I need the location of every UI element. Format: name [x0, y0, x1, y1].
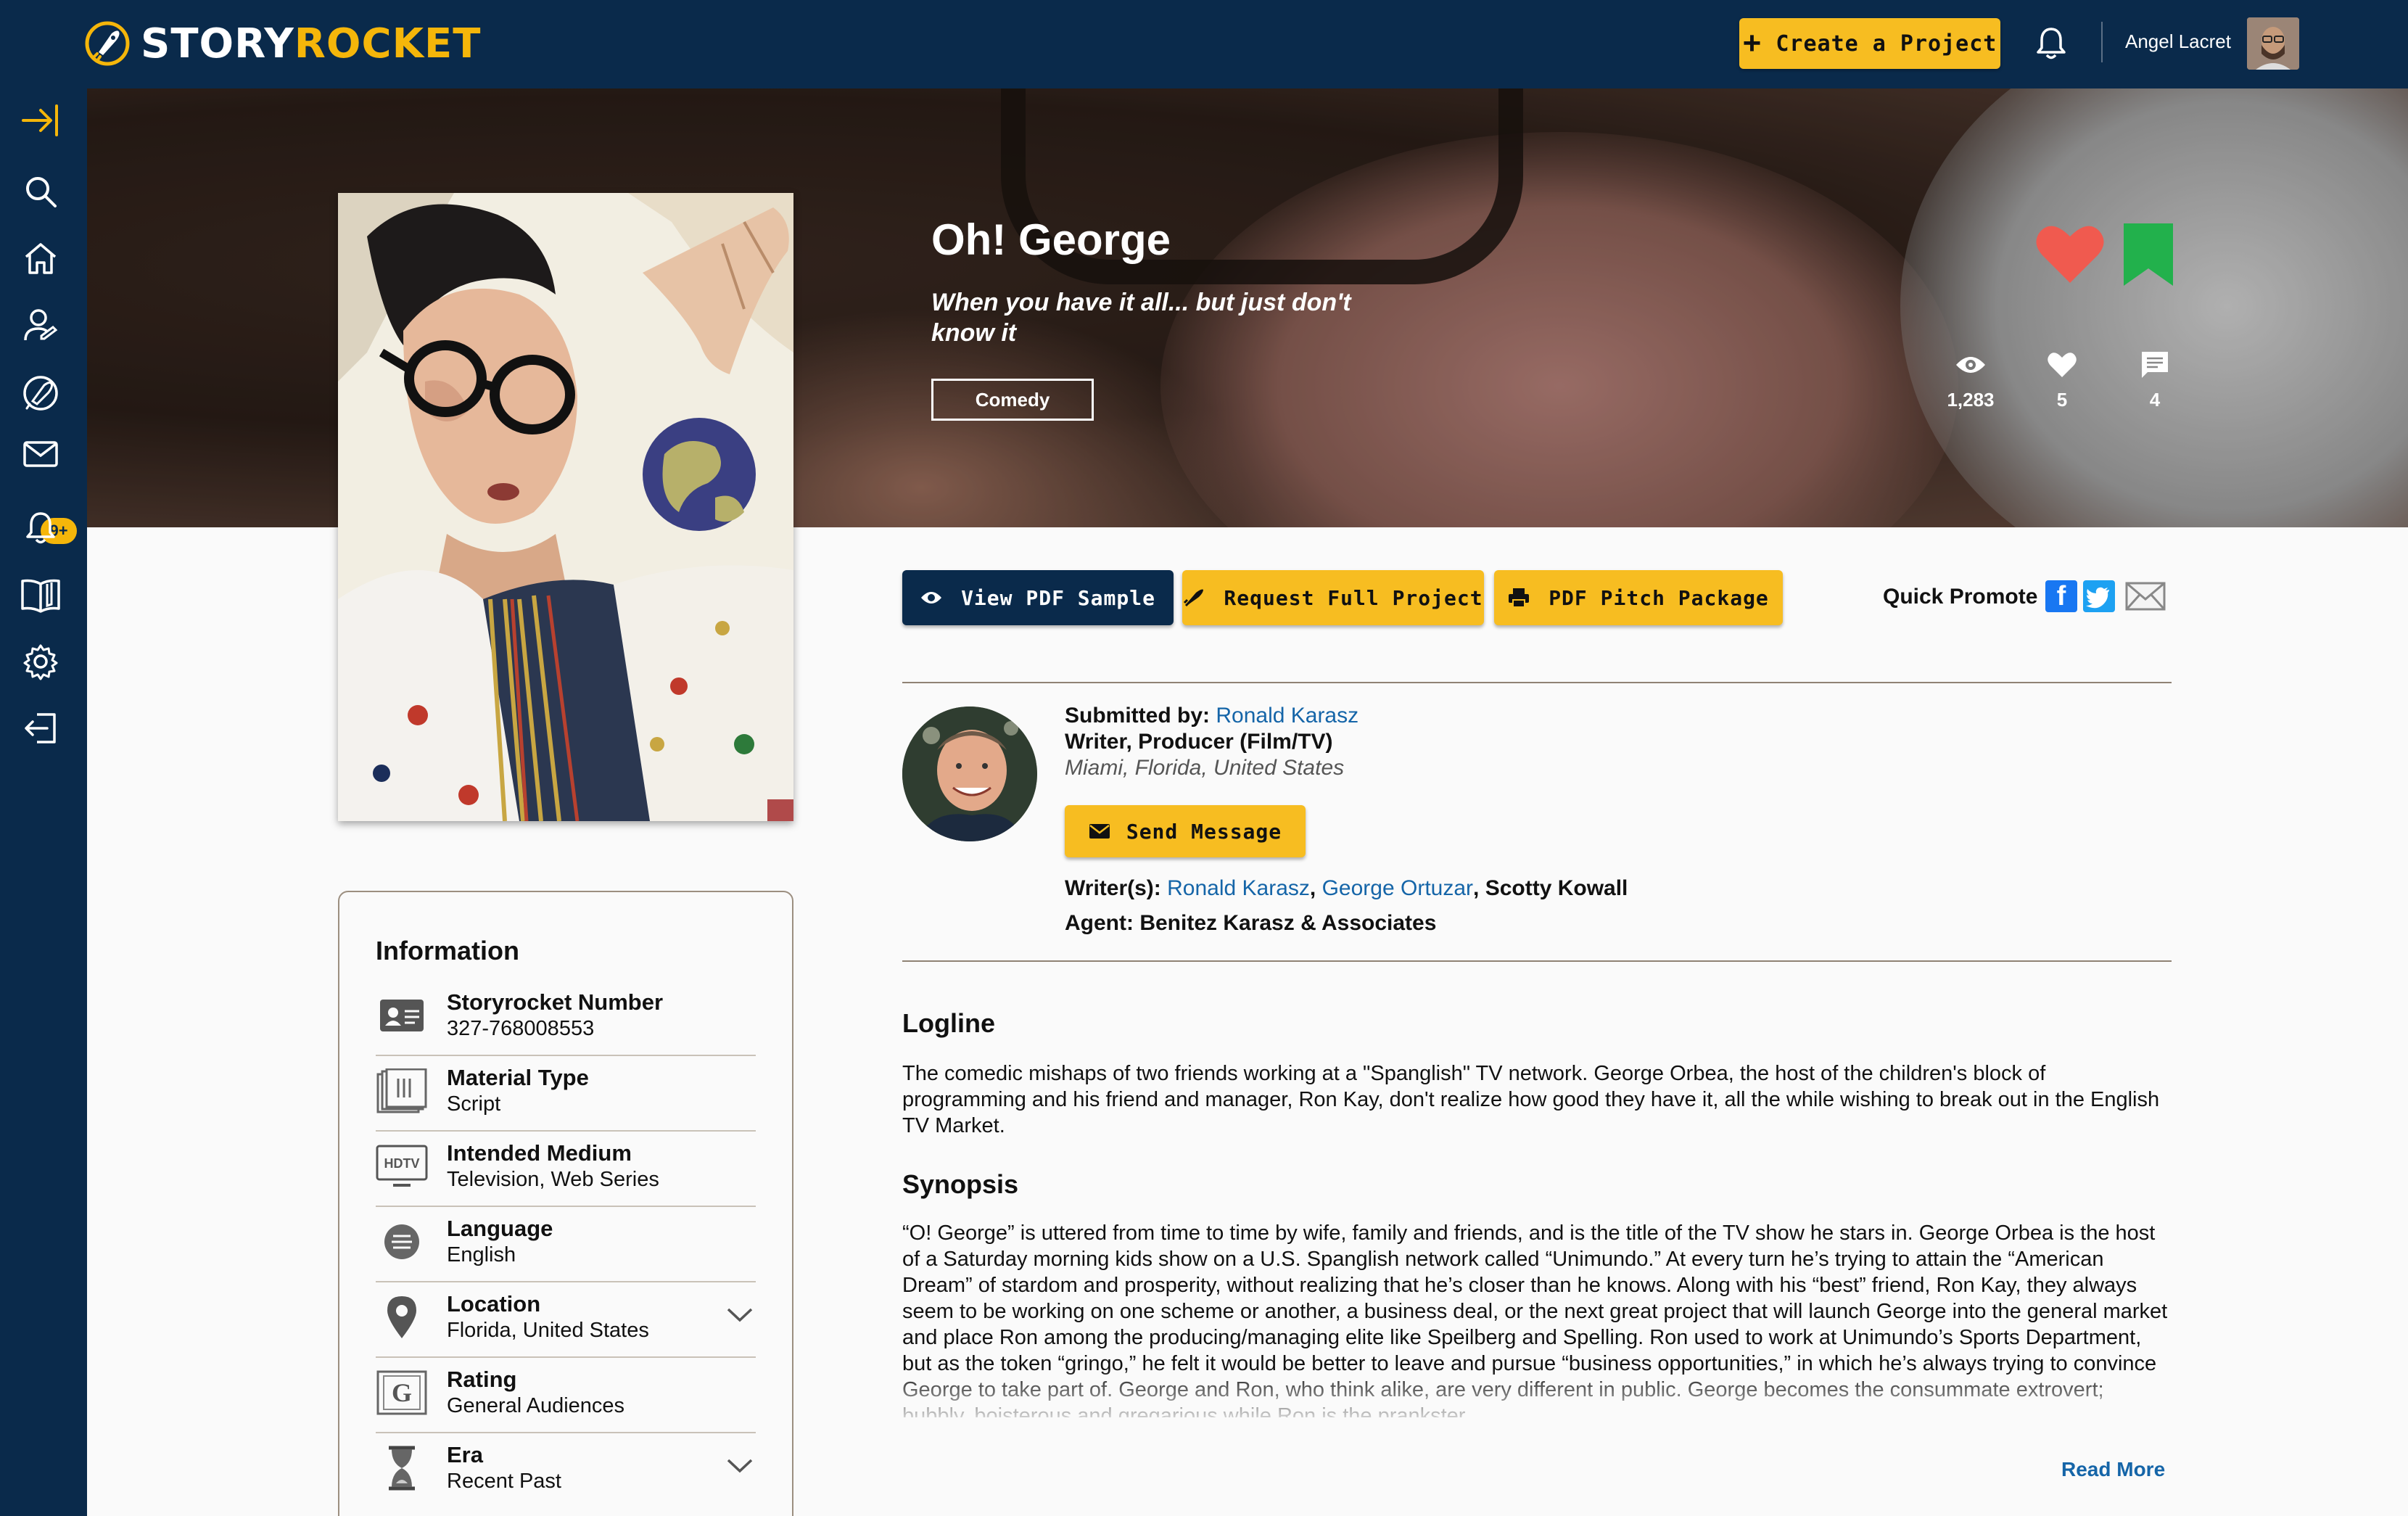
printer-icon	[1509, 588, 1530, 608]
rating-icon: G	[376, 1369, 428, 1416]
sidebar-search-icon[interactable]	[19, 170, 62, 213]
project-title: Oh! George	[931, 215, 1171, 264]
sidebar-rocket-icon[interactable]	[19, 371, 62, 415]
genre-tag[interactable]: Comedy	[931, 379, 1094, 421]
brand-name: STORYROCKET	[141, 20, 482, 67]
chevron-down-icon[interactable]	[727, 1307, 753, 1323]
twitter-share-icon[interactable]	[2083, 580, 2115, 612]
submitted-by: Submitted by: Ronald Karasz	[1065, 704, 1359, 728]
notifications-bell-icon[interactable]	[2035, 26, 2067, 61]
sidebar-gear-icon[interactable]	[19, 640, 62, 683]
info-row-location[interactable]: Location Florida, United States	[376, 1282, 756, 1358]
hdtv-icon: HDTV	[376, 1143, 428, 1190]
information-heading: Information	[376, 936, 519, 965]
language-icon	[376, 1219, 428, 1265]
svg-text:G: G	[392, 1378, 412, 1407]
comments-stat: 4	[2115, 348, 2195, 411]
pdf-pitch-package-button[interactable]: PDF Pitch Package	[1494, 570, 1783, 625]
project-tagline: When you have it all... but just don't k…	[931, 289, 1351, 347]
plus-icon: +	[1742, 25, 1762, 61]
storyrocket-logo[interactable]: STORYROCKET	[83, 17, 481, 70]
location-pin-icon	[376, 1294, 428, 1340]
submitter-role: Writer, Producer (Film/TV)	[1065, 730, 1333, 754]
synopsis-fade	[902, 1368, 2172, 1426]
top-bar: STORYROCKET + Create a Project Angel Lac…	[0, 0, 2408, 88]
views-stat: 1,283	[1931, 348, 2011, 411]
writers-line: Writer(s): Ronald Karasz, George Ortuzar…	[1065, 876, 1628, 900]
writer-3: Scotty Kowall	[1485, 876, 1628, 900]
submitter-avatar[interactable]	[902, 706, 1037, 841]
facebook-share-icon[interactable]: f	[2045, 580, 2077, 612]
script-icon	[376, 1068, 428, 1114]
send-message-button[interactable]: Send Message	[1065, 805, 1306, 857]
info-row-language: Language English	[376, 1207, 756, 1282]
eye-icon	[1956, 357, 1985, 373]
poster-image	[338, 193, 793, 821]
like-heart-icon[interactable]	[2035, 221, 2105, 286]
info-row-intended-medium: HDTV Intended Medium Television, Web Ser…	[376, 1132, 756, 1207]
sidebar-bell-icon[interactable]	[19, 506, 62, 550]
synopsis-heading: Synopsis	[902, 1169, 1019, 1199]
sidebar-logout-icon[interactable]	[19, 706, 62, 750]
envelope-icon	[1089, 824, 1110, 839]
email-share-icon[interactable]	[2125, 582, 2166, 611]
hourglass-icon	[376, 1445, 428, 1491]
read-more-link[interactable]: Read More	[2061, 1458, 2165, 1481]
divider-top	[902, 682, 2172, 683]
info-row-storyrocket-number: Storyrocket Number 327-768008553	[376, 981, 756, 1056]
sidebar-book-icon[interactable]	[19, 573, 62, 617]
writer-link-1[interactable]: Ronald Karasz	[1167, 876, 1310, 900]
rocket-icon	[1184, 589, 1204, 607]
user-name[interactable]: Angel Lacret	[2125, 30, 2231, 53]
information-card: Information Storyrocket Number 327-76800…	[338, 891, 793, 1516]
sidebar: 9+	[0, 88, 87, 1516]
sidebar-home-icon[interactable]	[19, 236, 62, 280]
request-full-project-button[interactable]: Request Full Project	[1182, 570, 1484, 625]
submitter-name-link[interactable]: Ronald Karasz	[1216, 704, 1358, 728]
info-row-material-type: Material Type Script	[376, 1056, 756, 1132]
submitter-location: Miami, Florida, United States	[1065, 756, 1345, 780]
header-divider	[2101, 22, 2103, 62]
svg-text:HDTV: HDTV	[384, 1156, 420, 1171]
sidebar-mail-icon[interactable]	[19, 432, 62, 476]
view-pdf-sample-button[interactable]: View PDF Sample	[902, 570, 1174, 625]
info-row-era[interactable]: Era Recent Past	[376, 1433, 756, 1509]
sidebar-collapse-icon[interactable]	[19, 99, 62, 142]
project-poster[interactable]	[338, 193, 793, 821]
user-avatar[interactable]	[2247, 17, 2299, 70]
bookmark-icon[interactable]	[2122, 223, 2174, 286]
heart-icon	[2048, 353, 2077, 377]
likes-stat: 5	[2022, 348, 2102, 411]
submitter-photo	[902, 706, 1037, 841]
divider-bottom	[902, 960, 2172, 962]
writer-link-2[interactable]: George Ortuzar	[1322, 876, 1473, 900]
create-project-button[interactable]: + Create a Project	[1739, 18, 2000, 69]
agent-line: Agent: Benitez Karasz & Associates	[1065, 911, 1437, 935]
sidebar-user-icon[interactable]	[19, 303, 62, 347]
id-card-icon	[376, 992, 428, 1039]
eye-icon	[921, 592, 942, 603]
chevron-down-icon[interactable]	[727, 1458, 753, 1474]
logline-text: The comedic mishaps of two friends worki…	[902, 1062, 2160, 1137]
comment-icon	[2142, 352, 2168, 378]
quick-promote-label: Quick Promote	[1883, 585, 2038, 609]
logline-heading: Logline	[902, 1008, 995, 1038]
user-avatar-image	[2247, 17, 2299, 70]
rocket-logo-icon	[85, 21, 130, 66]
info-row-rating: G Rating General Audiences	[376, 1358, 756, 1433]
